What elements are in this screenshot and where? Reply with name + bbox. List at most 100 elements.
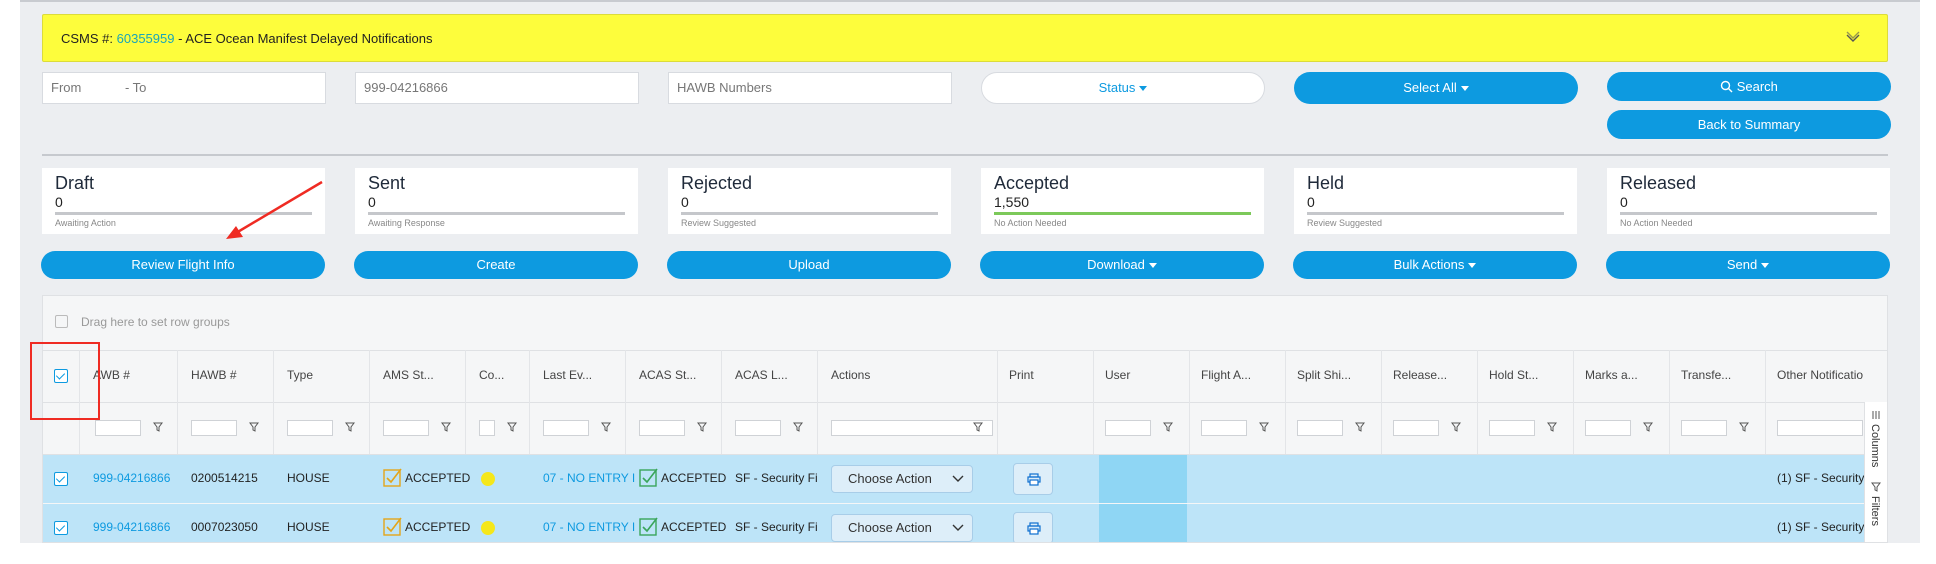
hawb-input[interactable]: HAWB Numbers bbox=[668, 72, 952, 104]
card-sent[interactable]: Sent 0 Awaiting Response bbox=[355, 168, 638, 234]
col-hawb[interactable]: HAWB # bbox=[191, 368, 237, 382]
create-button[interactable]: Create bbox=[354, 251, 638, 279]
col-acas-l[interactable]: ACAS L... bbox=[735, 368, 788, 382]
filter-icon[interactable] bbox=[1451, 422, 1461, 432]
choose-action-label: Choose Action bbox=[848, 471, 932, 486]
chevron-down-icon[interactable] bbox=[1845, 30, 1861, 46]
card-accepted[interactable]: Accepted 1,550 No Action Needed bbox=[981, 168, 1264, 234]
col-split-shipment[interactable]: Split Shi... bbox=[1297, 368, 1351, 382]
filter-input-split[interactable] bbox=[1297, 420, 1343, 436]
review-flight-info-button[interactable]: Review Flight Info bbox=[41, 251, 325, 279]
card-rejected[interactable]: Rejected 0 Review Suggested bbox=[668, 168, 951, 234]
search-button[interactable]: Search bbox=[1607, 72, 1891, 101]
card-count: 0 bbox=[681, 194, 689, 210]
row-group-drop-zone[interactable]: Drag here to set row groups bbox=[43, 296, 1887, 351]
row-checkbox[interactable] bbox=[54, 472, 68, 486]
filter-input-marks[interactable] bbox=[1585, 420, 1631, 436]
filter-input-last-event[interactable] bbox=[543, 420, 589, 436]
filter-input-release[interactable] bbox=[1393, 420, 1439, 436]
card-subtitle: No Action Needed bbox=[1620, 218, 1693, 228]
acas-status-cell: ACCEPTED bbox=[661, 471, 727, 485]
col-other-notifications[interactable]: Other Notificatio bbox=[1777, 368, 1863, 382]
filter-icon[interactable] bbox=[345, 422, 355, 432]
filter-icon[interactable] bbox=[1547, 422, 1557, 432]
filter-icon[interactable] bbox=[153, 422, 163, 432]
filter-input-hawb[interactable] bbox=[191, 420, 237, 436]
select-all-dropdown[interactable]: Select All bbox=[1294, 72, 1578, 104]
csms-banner[interactable]: CSMS #: 60355959 - ACE Ocean Manifest De… bbox=[42, 14, 1888, 62]
card-title: Released bbox=[1620, 173, 1697, 193]
filter-input-acas-l[interactable] bbox=[735, 420, 781, 436]
col-last-event[interactable]: Last Ev... bbox=[543, 368, 592, 382]
filter-input-ams[interactable] bbox=[383, 420, 429, 436]
card-held[interactable]: Held 0 Review Suggested bbox=[1294, 168, 1577, 234]
choose-action-dropdown[interactable]: Choose Action bbox=[831, 465, 973, 493]
filter-input-hold[interactable] bbox=[1489, 420, 1535, 436]
col-user[interactable]: User bbox=[1105, 368, 1130, 382]
filter-input-acas[interactable] bbox=[639, 420, 685, 436]
col-flight-a[interactable]: Flight A... bbox=[1201, 368, 1251, 382]
table-row[interactable]: 999-04216866 0200514215 HOUSE ACCEPTED 0… bbox=[43, 455, 1887, 503]
date-range-field[interactable]: From - To bbox=[42, 72, 326, 104]
filter-icon[interactable] bbox=[973, 422, 983, 432]
col-type[interactable]: Type bbox=[287, 368, 313, 382]
col-actions[interactable]: Actions bbox=[831, 368, 870, 382]
other-notifications-cell: (1) SF - Security bbox=[1777, 520, 1865, 534]
acas-accepted-icon bbox=[639, 468, 658, 487]
card-subtitle: No Action Needed bbox=[994, 218, 1067, 228]
col-co[interactable]: Co... bbox=[479, 368, 504, 382]
caret-down-icon bbox=[1468, 263, 1477, 269]
col-acas-status[interactable]: ACAS St... bbox=[639, 368, 696, 382]
row-checkbox[interactable] bbox=[54, 521, 68, 535]
awb-link[interactable]: 999-04216866 bbox=[93, 520, 170, 534]
other-notifications-cell: (1) SF - Security bbox=[1777, 471, 1865, 485]
col-ams-status[interactable]: AMS St... bbox=[383, 368, 434, 382]
search-label: Search bbox=[1736, 79, 1778, 94]
choose-action-dropdown[interactable]: Choose Action bbox=[831, 514, 973, 542]
col-release[interactable]: Release... bbox=[1393, 368, 1447, 382]
awb-link[interactable]: 999-04216866 bbox=[93, 471, 170, 485]
filter-icon[interactable] bbox=[793, 422, 803, 432]
mawb-input[interactable]: 999-04216866 bbox=[355, 72, 639, 104]
filter-icon[interactable] bbox=[601, 422, 611, 432]
filter-icon[interactable] bbox=[1355, 422, 1365, 432]
card-count: 0 bbox=[1307, 194, 1315, 210]
col-hold-status[interactable]: Hold St... bbox=[1489, 368, 1538, 382]
print-button[interactable] bbox=[1013, 463, 1053, 495]
filter-icon[interactable] bbox=[1259, 422, 1269, 432]
filter-input-type[interactable] bbox=[287, 420, 333, 436]
filter-icon[interactable] bbox=[441, 422, 451, 432]
col-transfer[interactable]: Transfe... bbox=[1681, 368, 1731, 382]
download-dropdown[interactable]: Download bbox=[980, 251, 1264, 279]
filter-icon[interactable] bbox=[1739, 422, 1749, 432]
filter-input-other[interactable] bbox=[1777, 420, 1863, 436]
filter-input-transfer[interactable] bbox=[1681, 420, 1727, 436]
last-event-link[interactable]: 07 - NO ENTRY I bbox=[543, 520, 635, 534]
last-event-link[interactable]: 07 - NO ENTRY I bbox=[543, 471, 635, 485]
filter-input-co[interactable] bbox=[479, 420, 495, 436]
filter-input-actions[interactable] bbox=[831, 420, 993, 436]
filter-icon[interactable] bbox=[507, 422, 517, 432]
col-marks[interactable]: Marks a... bbox=[1585, 368, 1638, 382]
filter-icon[interactable] bbox=[1163, 422, 1173, 432]
card-subtitle: Review Suggested bbox=[681, 218, 757, 228]
grid-side-panel: Columns Filters bbox=[1864, 402, 1887, 542]
col-print[interactable]: Print bbox=[1009, 368, 1034, 382]
status-dropdown[interactable]: Status bbox=[981, 72, 1265, 104]
bulk-actions-dropdown[interactable]: Bulk Actions bbox=[1293, 251, 1577, 279]
print-button[interactable] bbox=[1013, 512, 1053, 542]
card-released[interactable]: Released 0 No Action Needed bbox=[1607, 168, 1890, 234]
card-draft[interactable]: Draft 0 Awaiting Action bbox=[42, 168, 325, 234]
filter-icon[interactable] bbox=[1643, 422, 1653, 432]
upload-button[interactable]: Upload bbox=[667, 251, 951, 279]
send-dropdown[interactable]: Send bbox=[1606, 251, 1890, 279]
back-to-summary-button[interactable]: Back to Summary bbox=[1607, 110, 1891, 139]
filter-icon[interactable] bbox=[249, 422, 259, 432]
table-row[interactable]: 999-04216866 0007023050 HOUSE ACCEPTED 0… bbox=[43, 504, 1887, 542]
send-label: Send bbox=[1726, 257, 1758, 272]
filter-input-user[interactable] bbox=[1105, 420, 1151, 436]
filter-icon[interactable] bbox=[697, 422, 707, 432]
filter-input-flight[interactable] bbox=[1201, 420, 1247, 436]
filter-input-awb[interactable] bbox=[95, 420, 141, 436]
ams-accepted-icon bbox=[383, 517, 402, 536]
